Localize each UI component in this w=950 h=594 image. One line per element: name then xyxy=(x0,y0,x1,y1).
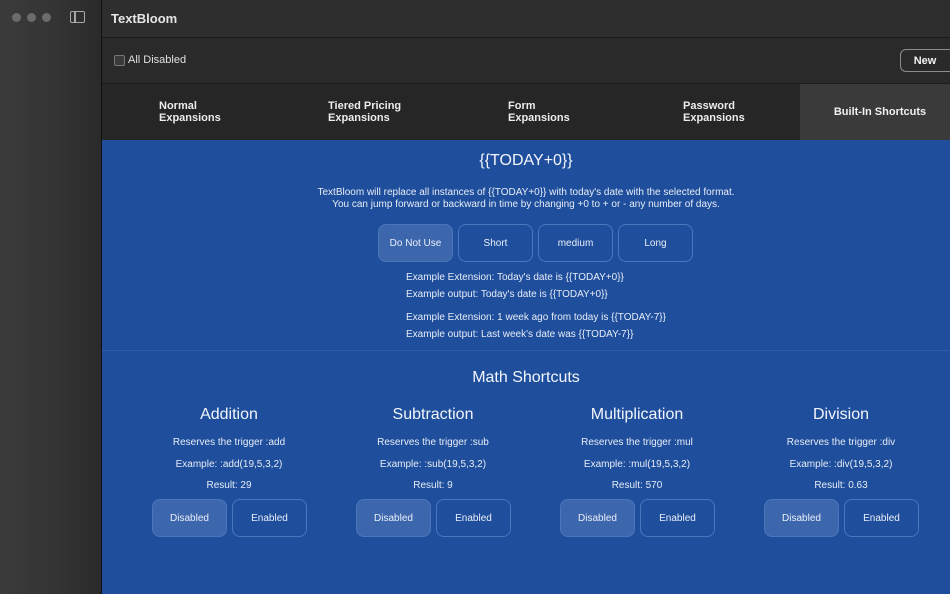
tab-bar: Normal Expansions Tiered Pricing Expansion… xyxy=(102,84,950,140)
tab-password-expansions[interactable]: Password Expansions xyxy=(683,84,745,140)
multiplication-result: Result: 570 xyxy=(611,480,663,491)
addition-enabled-button[interactable]: Enabled xyxy=(232,499,307,537)
division-disabled-button[interactable]: Disabled xyxy=(764,499,839,537)
tab-label: Expansions xyxy=(328,112,390,124)
division-trigger: Reserves the trigger :div xyxy=(786,437,896,448)
subtraction-result: Result: 9 xyxy=(413,480,453,491)
tab-label: Form xyxy=(508,100,536,112)
close-window-button[interactable] xyxy=(12,13,21,22)
main-content: {{TODAY+0}} TextBloom will replace all i… xyxy=(102,140,950,594)
tab-built-in-shortcuts[interactable]: Built-In Shortcuts xyxy=(800,84,950,140)
addition-title: Addition xyxy=(200,406,258,423)
addition-result: Result: 29 xyxy=(206,480,252,491)
date-description-1: TextBloom will replace all instances of … xyxy=(317,187,735,198)
multiplication-example: Example: :mul(19,5,3,2) xyxy=(583,459,691,470)
window-controls xyxy=(12,13,51,22)
multiplication-title: Multiplication xyxy=(590,406,684,423)
tab-tiered-pricing-expansions[interactable]: Tiered Pricing Expansions xyxy=(328,84,401,140)
minimize-window-button[interactable] xyxy=(27,13,36,22)
format-short-button[interactable]: Short xyxy=(458,224,533,262)
subtraction-example: Example: :sub(19,5,3,2) xyxy=(379,459,487,470)
example-output-1: Example output: Today's date is {{TODAY+… xyxy=(406,289,608,300)
app-title: TextBloom xyxy=(111,11,178,26)
format-long-button[interactable]: Long xyxy=(618,224,693,262)
addition-disabled-button[interactable]: Disabled xyxy=(152,499,227,537)
tab-normal-expansions[interactable]: Normal Expansions xyxy=(159,84,221,140)
date-description-2: You can jump forward or backward in time… xyxy=(332,199,720,210)
tab-label: Normal xyxy=(159,100,197,112)
all-disabled-label: All Disabled xyxy=(128,54,187,66)
tab-form-expansions[interactable]: Form Expansions xyxy=(508,84,570,140)
multiplication-trigger: Reserves the trigger :mul xyxy=(581,437,693,448)
format-medium-button[interactable]: medium xyxy=(538,224,613,262)
multiplication-disabled-button[interactable]: Disabled xyxy=(560,499,635,537)
tab-label: Expansions xyxy=(683,112,745,124)
multiplication-enabled-button[interactable]: Enabled xyxy=(640,499,715,537)
tab-label: Expansions xyxy=(508,112,570,124)
toolbar: All Disabled New xyxy=(102,38,950,84)
addition-trigger: Reserves the trigger :add xyxy=(172,437,286,448)
tab-label: Built-In Shortcuts xyxy=(833,106,927,118)
zoom-window-button[interactable] xyxy=(42,13,51,22)
tab-label: Expansions xyxy=(159,112,221,124)
subtraction-trigger: Reserves the trigger :sub xyxy=(377,437,489,448)
math-shortcuts-title: Math Shortcuts xyxy=(472,369,580,386)
sidebar-toggle-icon[interactable] xyxy=(70,11,85,23)
date-title: {{TODAY+0}} xyxy=(479,152,573,169)
subtraction-title: Subtraction xyxy=(392,406,474,423)
sidebar xyxy=(0,0,102,594)
format-do-not-use-button[interactable]: Do Not Use xyxy=(378,224,453,262)
division-title: Division xyxy=(812,406,869,423)
tab-label: Tiered Pricing xyxy=(328,100,402,112)
section-divider xyxy=(102,350,950,351)
division-enabled-button[interactable]: Enabled xyxy=(844,499,919,537)
division-example: Example: :div(19,5,3,2) xyxy=(789,459,893,470)
subtraction-disabled-button[interactable]: Disabled xyxy=(356,499,431,537)
addition-example: Example: :add(19,5,3,2) xyxy=(175,459,283,470)
example-output-2: Example output: Last week's date was {{T… xyxy=(406,329,634,340)
all-disabled-checkbox[interactable] xyxy=(114,55,125,66)
tab-label: Password xyxy=(683,100,735,112)
new-button[interactable]: New xyxy=(900,49,950,72)
division-result: Result: 0.63 xyxy=(814,480,868,491)
example-extension-2: Example Extension: 1 week ago from today… xyxy=(406,312,666,323)
subtraction-enabled-button[interactable]: Enabled xyxy=(436,499,511,537)
title-bar: TextBloom xyxy=(102,0,950,38)
example-extension-1: Example Extension: Today's date is {{TOD… xyxy=(406,272,624,283)
